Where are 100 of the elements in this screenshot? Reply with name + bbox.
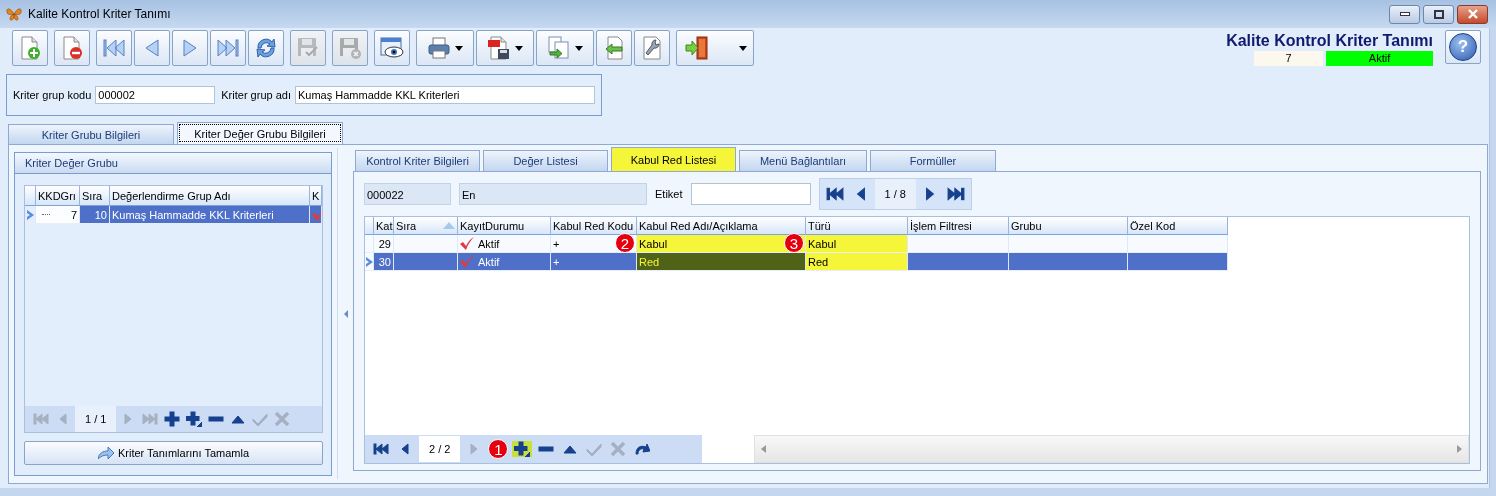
column-header: K [310, 186, 322, 206]
table-cell: 7 [36, 206, 80, 224]
complete-button[interactable]: Kriter Tanımlarını Tamamla [24, 441, 323, 465]
column-header: Grubu [1009, 217, 1128, 235]
export-document-icon [547, 36, 571, 60]
scroll-right-icon [1457, 445, 1462, 453]
column-header: Sıra [394, 217, 458, 235]
caret-icon [515, 45, 523, 51]
caret-icon [575, 45, 583, 51]
column-header: Özel Kod [1128, 217, 1228, 235]
plus-icon [164, 411, 181, 427]
preview-button[interactable] [374, 30, 410, 66]
column-header: Değerlendirme Grup Adı [110, 186, 310, 206]
exit-door-icon [685, 36, 709, 60]
panel-title: Kriter Değer Grubu [15, 153, 331, 174]
input-field[interactable]: Kumaş Hammadde KKL Kriterleri [294, 86, 595, 104]
new-document-icon [18, 36, 42, 60]
table-cell: + [551, 253, 637, 271]
column-header: Kabul Red Adı/Açıklama [637, 217, 806, 235]
last-record-icon [142, 411, 159, 427]
export-button[interactable] [536, 30, 594, 66]
cancel-icon [274, 411, 291, 427]
plus-icon [514, 441, 531, 457]
header-corner [365, 217, 374, 235]
maximize-icon [1433, 9, 1444, 19]
table-cell: Aktif [458, 253, 551, 271]
status-label: Aktif [1326, 51, 1433, 66]
record-position: 2 / 2 [419, 436, 461, 462]
record-number: 7 [1254, 51, 1323, 66]
table-cell: Kumaş Hammadde KKL Kriterleri [110, 206, 310, 224]
last-record-icon [216, 36, 240, 60]
tab[interactable]: Kabul Red Listesi [611, 147, 736, 171]
first-record-icon [825, 185, 844, 203]
horizontal-scrollbar[interactable] [754, 435, 1469, 463]
window-eye-icon [380, 36, 404, 60]
column-header: Sıra [80, 186, 110, 206]
column-header: İşlem Filtresi [908, 217, 1009, 235]
window-title: Kalite Kontrol Kriter Tanımı [28, 7, 171, 21]
close-button[interactable] [1457, 4, 1488, 24]
table-cell: Kabul [806, 235, 908, 253]
floppy-disk-icon [338, 36, 362, 60]
refresh-button[interactable] [248, 30, 284, 66]
print-button[interactable] [416, 30, 474, 66]
table-cell: 30 [374, 253, 394, 271]
scroll-left-icon [761, 445, 767, 453]
field-label: Kriter grup adı [221, 89, 291, 101]
tab[interactable]: Formüller [870, 150, 996, 171]
add-child-button[interactable] [512, 441, 533, 457]
pdf-document-icon [487, 36, 511, 60]
callout-badge: 1 [488, 439, 509, 459]
collapse-arrow-icon [343, 309, 348, 318]
table-cell [394, 253, 458, 271]
close-icon [1467, 9, 1478, 19]
column-header: Türü [806, 217, 908, 235]
table-cell [394, 235, 458, 253]
printer-icon [427, 36, 451, 60]
table-cell: Aktif [458, 235, 551, 253]
read-only-field: 000022 [364, 183, 451, 205]
import-button[interactable] [596, 30, 632, 66]
tab[interactable]: Değer Listesi [483, 150, 608, 171]
current-row-icon [26, 209, 34, 220]
last-record-icon [946, 185, 965, 203]
tab[interactable]: Kriter Değer Grubu Bilgileri [177, 122, 343, 144]
caret-icon [739, 45, 747, 51]
first-button[interactable] [371, 441, 391, 457]
table-cell: 29 [374, 235, 394, 253]
add-button[interactable] [162, 411, 183, 427]
table-cell: 10 [80, 206, 110, 224]
input-field[interactable]: 000002 [95, 86, 216, 104]
butterfly-icon [6, 6, 22, 22]
wrench-icon [640, 36, 664, 60]
redo-button[interactable] [632, 441, 653, 457]
table-cell: Red [637, 253, 806, 271]
header-corner [25, 186, 36, 206]
column-header: KKDGrı [36, 186, 80, 206]
new-button[interactable] [12, 30, 48, 66]
settings-button[interactable] [634, 30, 670, 66]
form-title: Kalite Kontrol Kriter Tanımı [1226, 31, 1433, 50]
minimize-button[interactable] [1389, 4, 1420, 24]
first-record-icon [33, 411, 49, 427]
first-record-icon [373, 441, 389, 457]
tab[interactable]: Kriter Grubu Bilgileri [8, 124, 174, 144]
field-label: Kriter grup kodu [13, 89, 92, 101]
redo-arrow-icon [634, 441, 651, 457]
table-cell: Red [806, 253, 908, 271]
delete-button[interactable] [54, 30, 90, 66]
checkmark-icon [252, 411, 269, 427]
delete-document-icon [60, 36, 84, 60]
exit-button[interactable] [676, 30, 754, 66]
pdf-button[interactable] [476, 30, 534, 66]
refresh-icon [254, 36, 278, 60]
add-child-button[interactable] [184, 411, 205, 427]
tab[interactable]: Kontrol Kriter Bilgileri [355, 150, 480, 171]
record-position: 1 / 1 [75, 406, 117, 432]
column-header: Kabul Red Kodu [551, 217, 637, 235]
minimize-icon [1399, 12, 1410, 16]
input-field[interactable] [690, 183, 811, 205]
tab[interactable]: Menü Bağlantıları [739, 150, 867, 171]
maximize-button[interactable] [1423, 4, 1454, 24]
column-header: KayıtDurumu [458, 217, 551, 235]
